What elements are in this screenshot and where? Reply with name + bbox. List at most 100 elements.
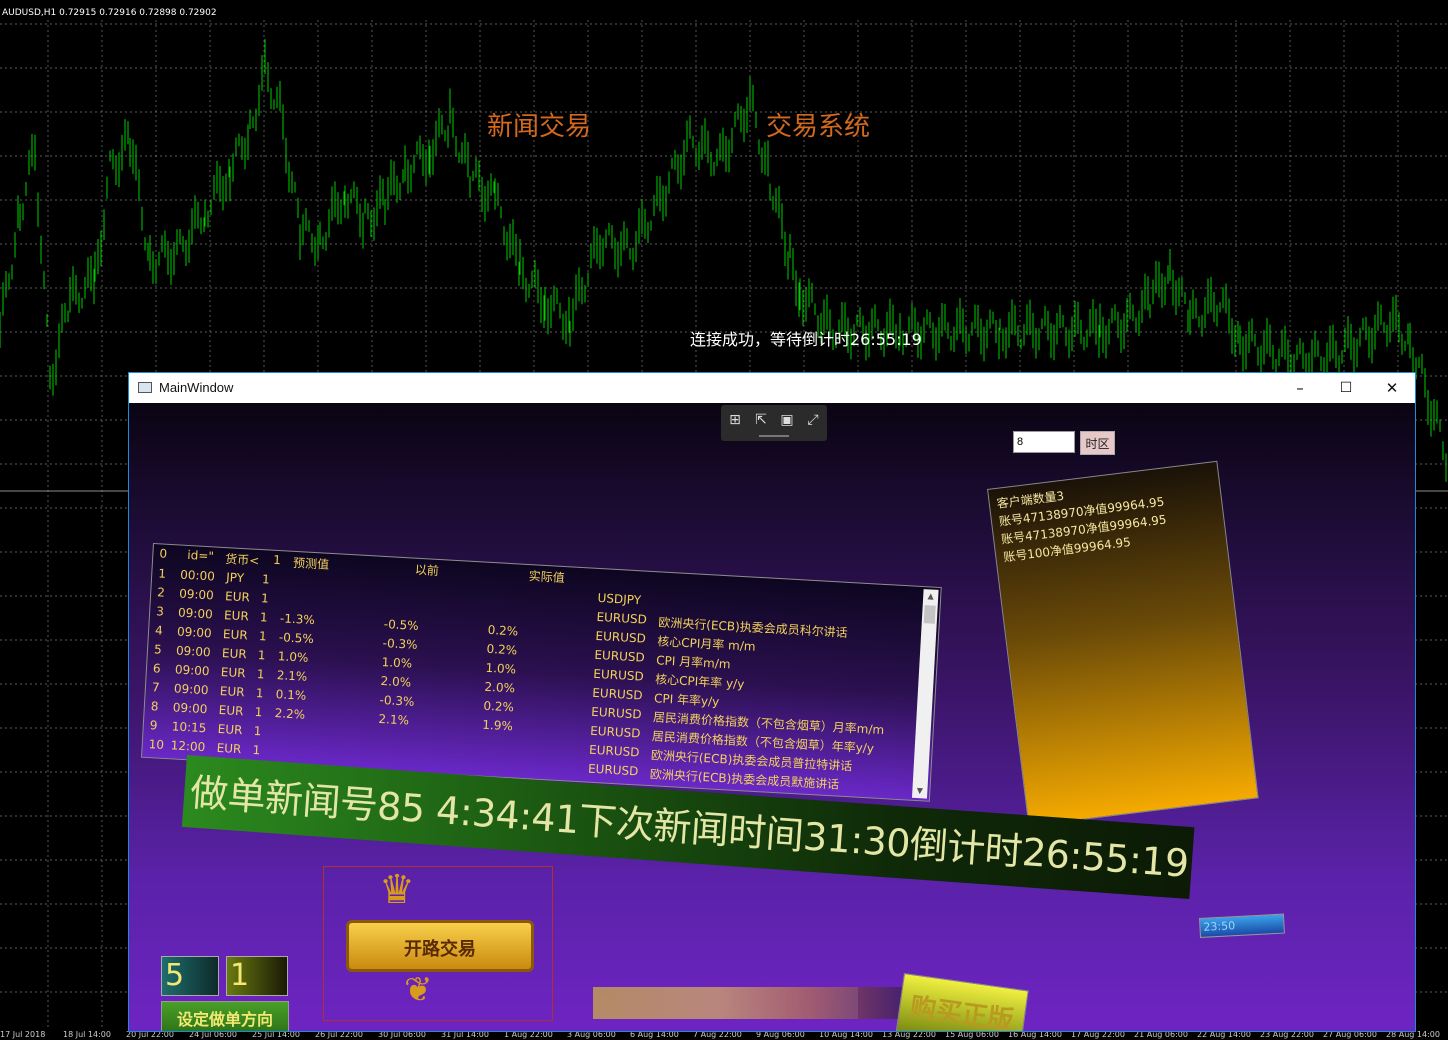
timezone-button[interactable]: 时区 [1080, 431, 1115, 455]
timezone-input[interactable] [1013, 431, 1075, 453]
table-row-number[interactable]: 10 [148, 737, 164, 752]
table-cell-currency[interactable]: JPY [226, 570, 245, 585]
table-cell-previous[interactable]: 2.0% [380, 674, 411, 690]
display-layout-icon[interactable]: ▣ [777, 411, 797, 429]
table-cell-forecast[interactable]: -0.5% [279, 630, 315, 646]
scroll-up-icon[interactable]: ▲ [923, 589, 939, 604]
table-row-number[interactable]: 1 [158, 566, 166, 580]
table-cell-currency[interactable]: EUR [223, 627, 248, 642]
table-cell-time[interactable]: 10:15 [171, 719, 206, 735]
minimize-button[interactable]: – [1277, 373, 1323, 403]
progress-bar [593, 987, 905, 1019]
table-row-number[interactable]: 7 [152, 680, 160, 694]
table-cell-symbol[interactable]: EURUSD [595, 629, 646, 646]
table-cell-previous[interactable]: 2.1% [378, 712, 409, 728]
table-cell-currency[interactable]: EUR [216, 741, 241, 756]
scroll-down-icon[interactable]: ▼ [912, 784, 928, 799]
table-cell-symbol[interactable]: USDJPY [597, 591, 641, 607]
table-cell-importance[interactable]: 1 [259, 629, 267, 643]
table-header-cell[interactable]: 1 [273, 553, 281, 567]
table-header-cell[interactable]: 以前 [414, 561, 440, 579]
maximize-button[interactable]: ☐ [1323, 373, 1369, 403]
table-cell-previous[interactable]: -0.3% [382, 636, 418, 652]
table-scrollbar[interactable]: ▲ ▼ [911, 589, 939, 799]
table-header-cell[interactable]: 预测值 [293, 554, 330, 573]
table-row-number[interactable]: 8 [150, 699, 158, 713]
table-cell-forecast[interactable]: 2.1% [276, 668, 307, 684]
table-cell-actual[interactable]: 0.2% [483, 699, 514, 715]
table-cell-importance[interactable]: 1 [261, 591, 269, 605]
table-cell-importance[interactable]: 1 [260, 610, 268, 624]
table-cell-currency[interactable]: EUR [224, 608, 249, 623]
table-cell-currency[interactable]: EUR [225, 589, 250, 604]
select-element-icon[interactable]: ⇱ [751, 411, 771, 429]
table-cell-event[interactable]: 核心CPI年率 y/y [655, 670, 745, 692]
table-row-number[interactable]: 3 [156, 604, 164, 618]
table-cell-importance[interactable]: 1 [253, 724, 261, 738]
table-cell-currency[interactable]: EUR [219, 684, 244, 699]
main-window[interactable]: MainWindow – ☐ ✕ ⊞ ⇱ ▣ ⤢ 时区 ▲ ▼ 0 id=" 货币<… [128, 372, 1416, 1032]
table-cell-forecast[interactable]: 1.0% [277, 649, 308, 665]
set-direction-button[interactable]: 设定做单方向 [161, 1001, 289, 1031]
table-cell-symbol[interactable]: EURUSD [589, 743, 640, 760]
lot-number-box[interactable]: 5 [161, 956, 219, 996]
table-cell-symbol[interactable]: EURUSD [593, 667, 644, 684]
table-row-number[interactable]: 6 [153, 661, 161, 675]
table-cell-time[interactable]: 09:00 [177, 624, 212, 640]
table-header-cell[interactable]: id=" [187, 548, 214, 563]
close-button[interactable]: ✕ [1369, 373, 1415, 403]
table-cell-time[interactable]: 09:00 [175, 662, 210, 678]
table-cell-actual[interactable]: 1.9% [482, 718, 513, 734]
table-cell-previous[interactable]: -0.3% [379, 693, 415, 709]
table-cell-time[interactable]: 09:00 [172, 700, 207, 716]
table-cell-importance[interactable]: 1 [255, 686, 263, 700]
table-row-number[interactable]: 2 [157, 585, 165, 599]
table-header-cell[interactable]: 0 [159, 546, 167, 560]
table-cell-time[interactable]: 12:00 [170, 738, 205, 754]
track-focus-icon[interactable]: ⤢ [803, 411, 823, 429]
table-cell-importance[interactable]: 1 [258, 648, 266, 662]
table-cell-previous[interactable]: -0.5% [383, 617, 419, 633]
table-cell-symbol[interactable]: EURUSD [592, 686, 643, 703]
table-cell-symbol[interactable]: EURUSD [596, 610, 647, 627]
table-cell-importance[interactable]: 1 [252, 743, 260, 757]
table-cell-forecast[interactable]: 0.1% [275, 687, 306, 703]
table-cell-symbol[interactable]: EURUSD [594, 648, 645, 665]
table-header-cell[interactable]: 实际值 [528, 567, 565, 586]
table-cell-time[interactable]: 09:00 [179, 587, 214, 603]
table-cell-currency[interactable]: EUR [221, 665, 246, 680]
table-cell-currency[interactable]: EUR [217, 722, 242, 737]
toolbar-grip[interactable] [759, 435, 789, 437]
table-header-cell[interactable]: 货币< [225, 550, 260, 569]
table-cell-previous[interactable]: 1.0% [381, 655, 412, 671]
table-cell-time[interactable]: 09:00 [174, 681, 209, 697]
time-axis-label: 18 Jul 14:00 [63, 1030, 111, 1039]
table-row-number[interactable]: 5 [154, 642, 162, 656]
table-cell-importance[interactable]: 1 [262, 572, 270, 586]
table-cell-event[interactable]: CPI 年率y/y [654, 689, 720, 710]
table-cell-time[interactable]: 00:00 [180, 568, 215, 584]
table-row-number[interactable]: 4 [155, 623, 163, 637]
table-cell-symbol[interactable]: EURUSD [590, 724, 641, 741]
table-cell-symbol[interactable]: EURUSD [588, 762, 639, 779]
table-cell-actual[interactable]: 0.2% [486, 642, 517, 658]
window-titlebar[interactable]: MainWindow – ☐ ✕ [129, 373, 1415, 403]
table-cell-importance[interactable]: 1 [254, 705, 262, 719]
table-cell-currency[interactable]: EUR [218, 703, 243, 718]
table-cell-time[interactable]: 09:00 [176, 643, 211, 659]
table-cell-importance[interactable]: 1 [256, 667, 264, 681]
table-row-number[interactable]: 9 [149, 718, 157, 732]
table-cell-actual[interactable]: 0.2% [487, 623, 518, 639]
table-cell-currency[interactable]: EUR [222, 646, 247, 661]
table-cell-actual[interactable]: 2.0% [484, 680, 515, 696]
table-cell-forecast[interactable]: -1.3% [280, 611, 316, 627]
table-cell-forecast[interactable]: 2.2% [274, 706, 305, 722]
direction-number-box[interactable]: 1 [226, 956, 288, 996]
scroll-thumb[interactable] [923, 605, 936, 624]
table-cell-time[interactable]: 09:00 [178, 606, 213, 622]
table-cell-actual[interactable]: 1.0% [485, 661, 516, 677]
buy-license-button[interactable]: 购买正版 [895, 973, 1029, 1031]
live-tree-icon[interactable]: ⊞ [725, 411, 745, 429]
table-cell-symbol[interactable]: EURUSD [591, 705, 642, 722]
table-cell-event[interactable]: CPI 月率m/m [656, 651, 731, 672]
